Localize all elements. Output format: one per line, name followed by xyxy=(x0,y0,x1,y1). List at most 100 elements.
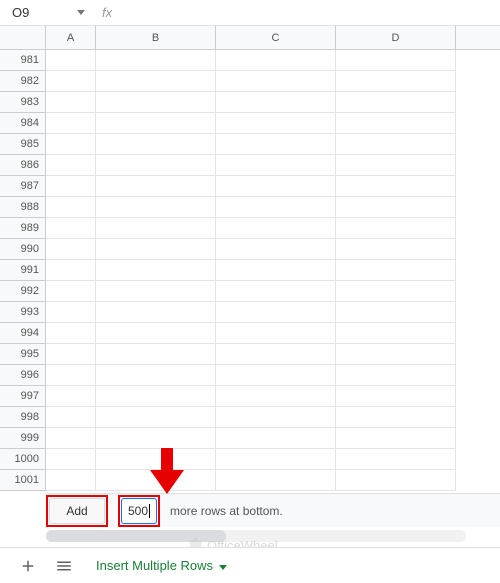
row-header[interactable]: 981 xyxy=(0,50,46,71)
row-header[interactable]: 993 xyxy=(0,302,46,323)
cell[interactable] xyxy=(336,155,456,176)
row-header[interactable]: 982 xyxy=(0,71,46,92)
row-header[interactable]: 983 xyxy=(0,92,46,113)
cell[interactable] xyxy=(216,470,336,491)
cell[interactable] xyxy=(96,407,216,428)
row-count-input[interactable]: 500 xyxy=(121,498,157,524)
cell[interactable] xyxy=(96,155,216,176)
cell[interactable] xyxy=(96,428,216,449)
row-header[interactable]: 996 xyxy=(0,365,46,386)
name-box[interactable]: O9 xyxy=(4,3,74,23)
row-header[interactable]: 991 xyxy=(0,260,46,281)
formula-input[interactable] xyxy=(112,3,496,23)
cell[interactable] xyxy=(96,197,216,218)
cell[interactable] xyxy=(336,71,456,92)
grid-body[interactable]: 9819829839849859869879889899909919929939… xyxy=(0,50,500,491)
cell[interactable] xyxy=(46,50,96,71)
cell[interactable] xyxy=(216,113,336,134)
row-header[interactable]: 985 xyxy=(0,134,46,155)
cell[interactable] xyxy=(46,92,96,113)
col-header-a[interactable]: A xyxy=(46,26,96,49)
cell[interactable] xyxy=(216,218,336,239)
cell[interactable] xyxy=(46,134,96,155)
row-header[interactable]: 990 xyxy=(0,239,46,260)
sheet-tab-dropdown[interactable] xyxy=(219,558,227,573)
cell[interactable] xyxy=(96,260,216,281)
row-header[interactable]: 1001 xyxy=(0,470,46,491)
cell[interactable] xyxy=(96,113,216,134)
row-header[interactable]: 994 xyxy=(0,323,46,344)
cell[interactable] xyxy=(96,92,216,113)
cell[interactable] xyxy=(96,176,216,197)
cell[interactable] xyxy=(336,92,456,113)
cell[interactable] xyxy=(46,428,96,449)
cell[interactable] xyxy=(46,302,96,323)
cell[interactable] xyxy=(46,449,96,470)
cell[interactable] xyxy=(46,344,96,365)
cell[interactable] xyxy=(336,344,456,365)
select-all-corner[interactable] xyxy=(0,26,46,49)
cell[interactable] xyxy=(96,302,216,323)
cell[interactable] xyxy=(336,260,456,281)
cell[interactable] xyxy=(46,365,96,386)
cell[interactable] xyxy=(216,386,336,407)
cell[interactable] xyxy=(336,113,456,134)
cell[interactable] xyxy=(336,407,456,428)
cell[interactable] xyxy=(46,260,96,281)
cell[interactable] xyxy=(216,365,336,386)
cell[interactable] xyxy=(46,239,96,260)
cell[interactable] xyxy=(336,50,456,71)
row-header[interactable]: 1000 xyxy=(0,449,46,470)
cell[interactable] xyxy=(96,71,216,92)
cell[interactable] xyxy=(96,218,216,239)
cell[interactable] xyxy=(216,302,336,323)
col-header-c[interactable]: C xyxy=(216,26,336,49)
cell[interactable] xyxy=(46,197,96,218)
cell[interactable] xyxy=(336,281,456,302)
cell[interactable] xyxy=(336,239,456,260)
cell[interactable] xyxy=(46,176,96,197)
cell[interactable] xyxy=(46,470,96,491)
add-rows-button[interactable]: Add xyxy=(49,498,105,524)
cell[interactable] xyxy=(336,218,456,239)
cell[interactable] xyxy=(216,50,336,71)
row-header[interactable]: 998 xyxy=(0,407,46,428)
row-header[interactable]: 986 xyxy=(0,155,46,176)
cell[interactable] xyxy=(336,323,456,344)
cell[interactable] xyxy=(216,92,336,113)
cell[interactable] xyxy=(96,386,216,407)
cell[interactable] xyxy=(336,449,456,470)
col-header-d[interactable]: D xyxy=(336,26,456,49)
cell[interactable] xyxy=(336,197,456,218)
cell[interactable] xyxy=(336,302,456,323)
row-header[interactable]: 992 xyxy=(0,281,46,302)
cell[interactable] xyxy=(96,134,216,155)
row-header[interactable]: 988 xyxy=(0,197,46,218)
all-sheets-button[interactable] xyxy=(48,552,80,580)
row-header[interactable]: 999 xyxy=(0,428,46,449)
row-header[interactable]: 997 xyxy=(0,386,46,407)
cell[interactable] xyxy=(216,323,336,344)
sheet-tab-active[interactable]: Insert Multiple Rows xyxy=(84,552,239,580)
cell[interactable] xyxy=(216,134,336,155)
cell[interactable] xyxy=(216,449,336,470)
cell[interactable] xyxy=(216,239,336,260)
cell[interactable] xyxy=(216,260,336,281)
row-header[interactable]: 984 xyxy=(0,113,46,134)
name-box-dropdown[interactable] xyxy=(74,6,88,20)
cell[interactable] xyxy=(46,386,96,407)
cell[interactable] xyxy=(216,344,336,365)
cell[interactable] xyxy=(216,428,336,449)
add-sheet-button[interactable] xyxy=(12,552,44,580)
cell[interactable] xyxy=(46,113,96,134)
row-header[interactable]: 995 xyxy=(0,344,46,365)
cell[interactable] xyxy=(216,176,336,197)
cell[interactable] xyxy=(336,386,456,407)
cell[interactable] xyxy=(96,239,216,260)
cell[interactable] xyxy=(96,323,216,344)
cell[interactable] xyxy=(46,407,96,428)
cell[interactable] xyxy=(46,155,96,176)
col-header-b[interactable]: B xyxy=(96,26,216,49)
cell[interactable] xyxy=(96,281,216,302)
cell[interactable] xyxy=(216,197,336,218)
